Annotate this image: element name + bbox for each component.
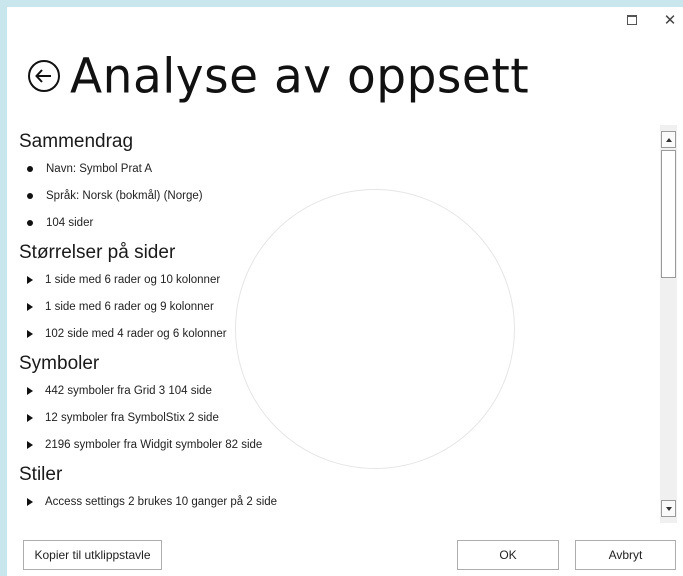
scroll-down-arrow-icon[interactable] — [661, 500, 676, 517]
bullet-icon — [27, 219, 33, 226]
list-item-label: 1 side med 6 rader og 10 kolonner — [45, 273, 221, 286]
section-heading: Størrelser på sider — [19, 242, 176, 263]
expand-triangle-icon[interactable] — [27, 440, 33, 449]
expandable-list-item[interactable]: 12 symboler fra SymbolStix 2 side — [19, 404, 655, 431]
section-heading: Sammendrag — [19, 131, 134, 152]
list-item-label: 1 side med 6 rader og 9 kolonner — [45, 300, 214, 313]
expand-triangle-icon[interactable] — [27, 386, 33, 395]
dialog-window: ✕ Analyse av oppsett Sammendrag Navn: Sym… — [7, 7, 683, 576]
expandable-list-item[interactable]: 2196 symboler fra Widgit symboler 82 sid… — [19, 431, 655, 458]
summary-list-item: Navn: Symbol Prat A — [19, 155, 655, 182]
list-item-label: 102 side med 4 rader og 6 kolonner — [45, 327, 227, 340]
expand-triangle-icon[interactable] — [27, 413, 33, 422]
summary-list-item: 104 sider — [19, 209, 655, 236]
page-header: Analyse av oppsett — [24, 43, 529, 109]
maximize-icon[interactable] — [623, 11, 641, 29]
scroll-thumb[interactable] — [661, 150, 676, 278]
expand-triangle-icon[interactable] — [27, 497, 33, 506]
bullet-icon — [27, 192, 33, 199]
summary-list-item: Språk: Norsk (bokmål) (Norge) — [19, 182, 655, 209]
list-item-label: 12 symboler fra SymbolStix 2 side — [45, 411, 219, 424]
section-heading: Symboler — [19, 353, 100, 374]
expandable-list-item[interactable]: 102 side med 4 rader og 6 kolonner — [19, 320, 655, 347]
back-arrow-circle-icon[interactable] — [24, 56, 64, 96]
ok-button[interactable]: OK — [457, 540, 559, 570]
expand-triangle-icon[interactable] — [27, 275, 33, 284]
list-item-label: 442 symboler fra Grid 3 104 side — [45, 384, 212, 397]
expandable-list-item[interactable]: 1 side med 6 rader og 10 kolonner — [19, 266, 655, 293]
copy-to-clipboard-button[interactable]: Kopier til utklippstavle — [23, 540, 162, 570]
cancel-button[interactable]: Avbryt — [575, 540, 676, 570]
list-item-label: Språk: Norsk (bokmål) (Norge) — [46, 189, 203, 202]
scroll-up-arrow-icon[interactable] — [661, 131, 676, 148]
page-title: Analyse av oppsett — [70, 47, 530, 105]
vertical-scrollbar[interactable] — [660, 125, 677, 523]
bullet-icon — [27, 165, 33, 172]
expandable-list-item[interactable]: 1 side med 6 rader og 9 kolonner — [19, 293, 655, 320]
window-controls: ✕ — [623, 7, 683, 33]
analysis-content: Sammendrag Navn: Symbol Prat A Språk: Nors… — [19, 125, 655, 517]
list-item-label: Navn: Symbol Prat A — [46, 162, 153, 175]
list-item-label: 104 sider — [46, 216, 94, 229]
close-icon[interactable]: ✕ — [661, 11, 679, 29]
section-heading: Stiler — [19, 464, 63, 485]
list-item-label: Access settings 2 brukes 10 ganger på 2 … — [45, 495, 278, 508]
expand-triangle-icon[interactable] — [27, 302, 33, 311]
expand-triangle-icon[interactable] — [27, 329, 33, 338]
expandable-list-item[interactable]: 442 symboler fra Grid 3 104 side — [19, 377, 655, 404]
expandable-list-item[interactable]: Access settings 2 brukes 10 ganger på 2 … — [19, 488, 655, 515]
list-item-label: 2196 symboler fra Widgit symboler 82 sid… — [45, 438, 263, 451]
